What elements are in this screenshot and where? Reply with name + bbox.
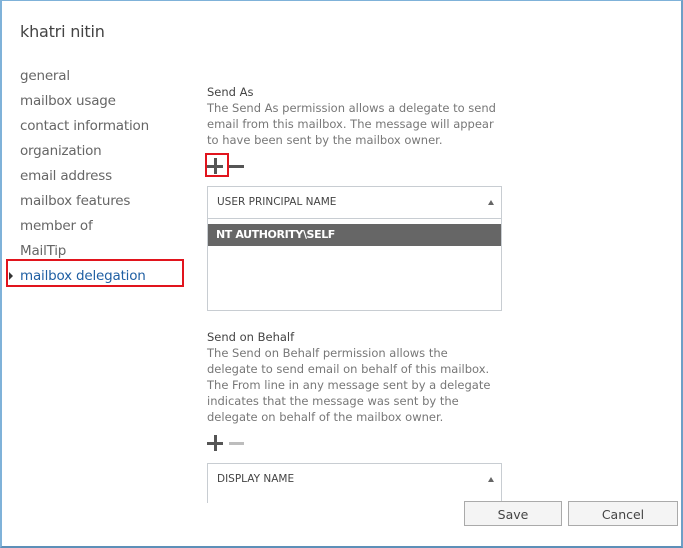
send-as-section: Send As The Send As permission allows a … — [207, 84, 507, 311]
sidebar-item-mailbox-features[interactable]: mailbox features — [20, 192, 149, 217]
save-button[interactable]: Save — [464, 501, 562, 526]
send-on-behalf-description: The Send on Behalf permission allows the… — [207, 346, 491, 424]
send-on-behalf-title: Send on Behalf — [207, 330, 295, 344]
sidebar-item-mailbox-usage[interactable]: mailbox usage — [20, 92, 149, 117]
minus-icon — [229, 435, 244, 451]
column-header-user-principal-name[interactable]: USER PRINCIPAL NAME — [208, 187, 501, 219]
column-header-label: USER PRINCIPAL NAME — [217, 196, 337, 208]
dialog-window: khatri nitin general mailbox usage conta… — [0, 0, 683, 548]
send-as-grid: USER PRINCIPAL NAME NT AUTHORITY\SELF — [207, 186, 502, 311]
sidebar-item-contact-information[interactable]: contact information — [20, 117, 149, 142]
sort-ascending-icon — [488, 477, 494, 482]
send-on-behalf-section: Send on Behalf The Send on Behalf permis… — [207, 329, 507, 503]
column-header-label: DISPLAY NAME — [217, 473, 295, 485]
minus-icon[interactable] — [229, 158, 244, 174]
sidebar-item-email-address[interactable]: email address — [20, 167, 149, 192]
sort-ascending-icon — [488, 200, 494, 205]
send-as-description: The Send As permission allows a delegate… — [207, 101, 496, 147]
send-as-title: Send As — [207, 85, 254, 99]
column-header-display-name[interactable]: DISPLAY NAME — [208, 464, 501, 495]
cancel-button[interactable]: Cancel — [568, 501, 678, 526]
annotation-highlight-delegation — [6, 259, 184, 287]
plus-icon[interactable] — [207, 435, 223, 451]
table-row[interactable]: NT AUTHORITY\SELF — [208, 224, 501, 246]
sidebar-item-organization[interactable]: organization — [20, 142, 149, 167]
sidebar-item-general[interactable]: general — [20, 67, 149, 92]
send-on-behalf-grid: DISPLAY NAME — [207, 463, 502, 503]
sidebar-item-member-of[interactable]: member of — [20, 217, 149, 242]
annotation-highlight-add — [205, 153, 229, 177]
dialog-title: khatri nitin — [20, 22, 105, 41]
send-on-behalf-toolbar — [207, 433, 507, 453]
send-as-toolbar — [207, 156, 507, 176]
